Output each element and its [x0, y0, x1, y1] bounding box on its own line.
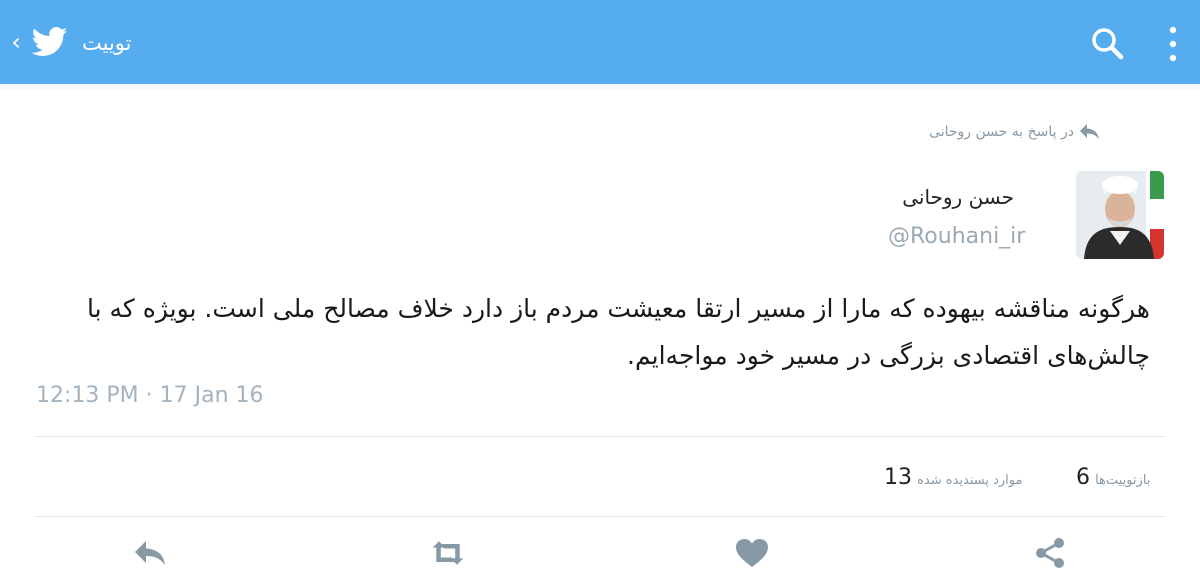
reply-context[interactable]: در پاسخ به حسن روحانی: [929, 121, 1074, 143]
likes-label: موارد پسندیده شده: [917, 473, 1023, 488]
twitter-bird-icon: [32, 27, 68, 56]
retweets-count: 6: [1076, 465, 1090, 490]
app-bar: ‹ توییت: [0, 0, 1200, 84]
avatar[interactable]: [1076, 171, 1164, 259]
author-name[interactable]: حسن روحانی: [902, 183, 1014, 211]
divider: [36, 516, 1164, 517]
divider: [36, 436, 1164, 437]
author-handle[interactable]: @Rouhani_ir: [888, 222, 1025, 252]
share-icon[interactable]: [1032, 536, 1068, 570]
reply-icon[interactable]: [132, 536, 168, 570]
likes-count: 13: [884, 465, 912, 490]
divider: [0, 84, 1200, 90]
reply-icon: [1080, 124, 1099, 139]
more-vertical-icon[interactable]: [1164, 24, 1182, 64]
tweet-timestamp: 12:13 PM · 17 Jan 16: [36, 383, 264, 408]
tweet-text-line: هرگونه مناقشه بیهوده که مارا از مسیر ارت…: [86, 294, 1150, 323]
heart-icon[interactable]: [734, 536, 770, 570]
search-icon[interactable]: [1090, 26, 1124, 60]
likes-stat[interactable]: موارد پسندیده شده 13: [884, 462, 1022, 494]
tweet-text-line: چالش‌های اقتصادی بزرگی در مسیر خود مواجه…: [627, 341, 1150, 370]
page-title: توییت: [82, 31, 132, 55]
retweet-icon[interactable]: [430, 536, 466, 570]
chevron-left-icon[interactable]: ‹: [6, 28, 26, 56]
retweets-label: بازتوییت‌ها: [1095, 473, 1151, 488]
tweet-text: هرگونه مناقشه بیهوده که مارا از مسیر ارت…: [30, 285, 1150, 379]
retweets-stat[interactable]: بازتوییت‌ها 6: [1076, 462, 1150, 494]
